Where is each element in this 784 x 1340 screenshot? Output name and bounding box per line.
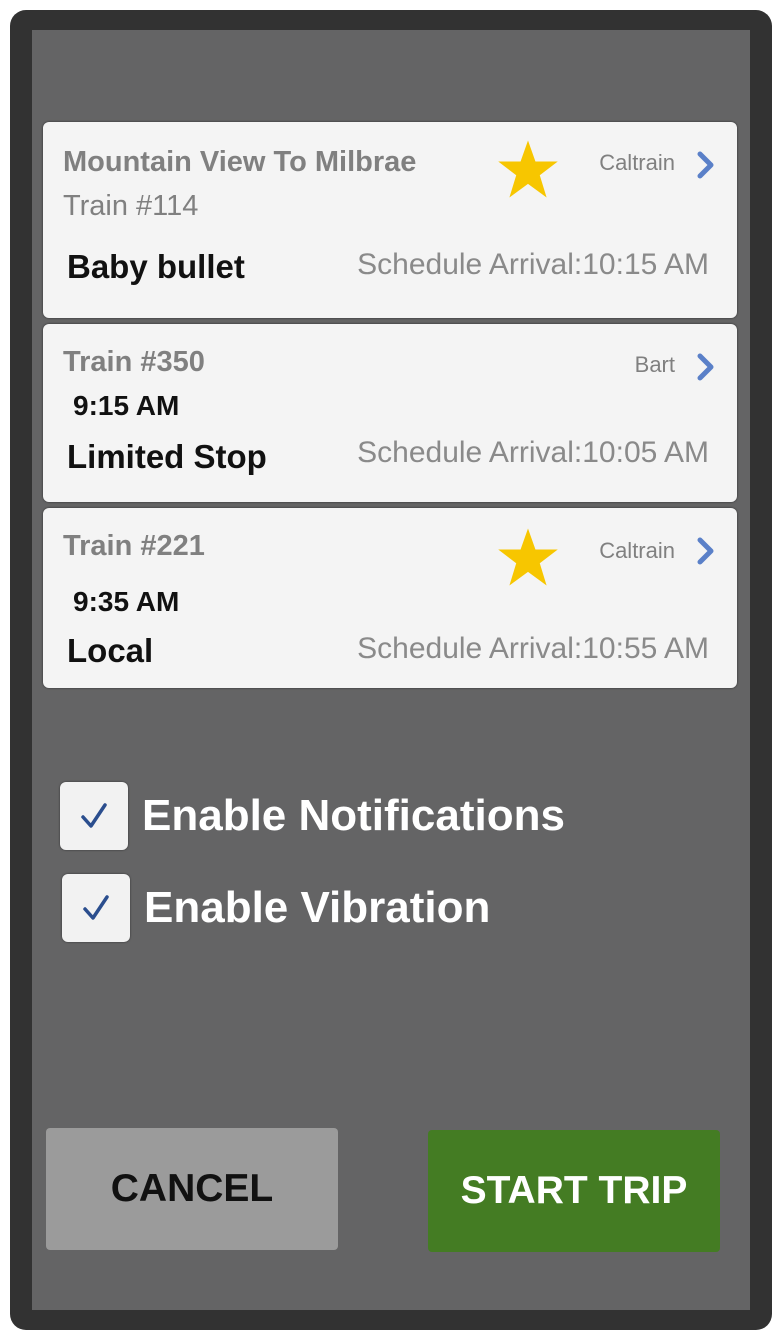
trip-arrival: Schedule Arrival:10:55 AM bbox=[357, 632, 709, 665]
trip-route: Mountain View To Milbrae bbox=[63, 146, 417, 178]
screen: Mountain View To Milbrae Train #114 Baby… bbox=[32, 30, 750, 1310]
chevron-right-icon[interactable] bbox=[695, 352, 717, 382]
star-icon[interactable] bbox=[497, 138, 559, 200]
trip-card-1[interactable]: Mountain View To Milbrae Train #114 Baby… bbox=[43, 122, 737, 318]
trip-operator: Bart bbox=[634, 352, 675, 377]
trip-card-2[interactable]: Train #350 9:15 AM Limited Stop Schedule… bbox=[43, 324, 737, 502]
trip-service-type: Limited Stop bbox=[67, 438, 267, 475]
chevron-right-icon[interactable] bbox=[695, 536, 717, 566]
trip-train-number: Train #350 bbox=[63, 346, 205, 378]
star-icon[interactable] bbox=[497, 526, 559, 588]
trip-departure-time: 9:15 AM bbox=[73, 390, 180, 421]
chevron-right-icon[interactable] bbox=[695, 150, 717, 180]
checkmark-icon bbox=[83, 895, 109, 920]
trip-service-type: Local bbox=[67, 632, 154, 669]
notifications-checkbox[interactable] bbox=[60, 782, 128, 850]
trip-operator: Caltrain bbox=[599, 150, 675, 175]
notifications-label: Enable Notifications bbox=[142, 791, 565, 840]
vibration-label: Enable Vibration bbox=[144, 883, 491, 932]
trip-arrival: Schedule Arrival:10:05 AM bbox=[357, 436, 709, 469]
start-trip-button[interactable]: START TRIP bbox=[428, 1130, 720, 1252]
checkmark-icon bbox=[81, 803, 107, 828]
enable-notifications-option[interactable]: Enable Notifications bbox=[60, 782, 565, 850]
trip-arrival: Schedule Arrival:10:15 AM bbox=[357, 248, 709, 281]
enable-vibration-option[interactable]: Enable Vibration bbox=[62, 874, 490, 942]
trip-train-number: Train #114 bbox=[63, 190, 199, 222]
trip-train-number: Train #221 bbox=[63, 530, 205, 562]
cancel-button[interactable]: CANCEL bbox=[46, 1128, 338, 1250]
device-frame: Mountain View To Milbrae Train #114 Baby… bbox=[10, 10, 772, 1330]
trip-operator: Caltrain bbox=[599, 538, 675, 563]
trip-service-type: Baby bullet bbox=[67, 248, 245, 285]
trip-card-3[interactable]: Train #221 9:35 AM Local Schedule Arriva… bbox=[43, 508, 737, 688]
vibration-checkbox[interactable] bbox=[62, 874, 130, 942]
trip-departure-time: 9:35 AM bbox=[73, 586, 180, 617]
